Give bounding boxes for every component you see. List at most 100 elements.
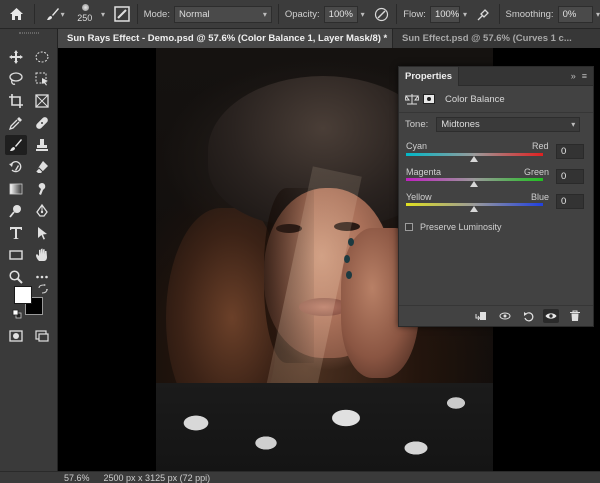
yellow-blue-slider-thumb[interactable]	[470, 206, 478, 212]
frame-tool[interactable]	[31, 91, 53, 111]
lasso-icon	[9, 72, 23, 85]
tone-dropdown[interactable]: Midtones ▾	[436, 117, 581, 132]
brush-tool[interactable]	[5, 135, 27, 155]
separator	[277, 4, 279, 24]
marquee-tool[interactable]	[31, 47, 53, 67]
reset-button[interactable]	[521, 309, 537, 323]
healing-tool[interactable]	[31, 113, 53, 133]
screen-mode-icon	[35, 330, 49, 342]
eraser-tool[interactable]	[31, 157, 53, 177]
toolbar-grip[interactable]	[0, 29, 58, 37]
opacity-field[interactable]: 100%	[323, 5, 358, 23]
tone-row: Tone: Midtones ▾	[405, 117, 581, 132]
tool-preset-picker[interactable]: ▾	[41, 3, 68, 25]
layer-mask-icon[interactable]	[423, 94, 435, 104]
zoom-icon	[9, 270, 23, 284]
dodge-icon	[9, 205, 21, 218]
bandage-icon	[36, 117, 48, 129]
swap-colors-button[interactable]	[38, 284, 48, 294]
flow-label: Flow:	[403, 8, 426, 20]
preserve-luminosity-checkbox[interactable]	[405, 223, 413, 231]
gradient-tool[interactable]	[5, 179, 27, 199]
magenta-green-value[interactable]: 0	[556, 169, 584, 184]
eyedropper-icon	[9, 117, 22, 130]
tab-properties[interactable]: Properties	[399, 66, 459, 86]
stamp-tool[interactable]	[31, 135, 53, 155]
tab-label: Sun Rays Effect - Demo.psd @ 57.6% (Colo…	[67, 33, 388, 44]
separator	[136, 4, 138, 24]
mode-dropdown[interactable]: Normal ▾	[173, 5, 272, 23]
cyan-red-slider-thumb[interactable]	[470, 156, 478, 162]
cyan-red-value[interactable]: 0	[556, 144, 584, 159]
tab-sun-effect[interactable]: Sun Effect.psd @ 57.6% (Curves 1 c...	[392, 29, 600, 48]
blue-label: Blue	[531, 192, 550, 202]
red-label: Red	[532, 141, 549, 151]
delete-adjustment-button[interactable]	[567, 309, 583, 323]
history-brush-icon	[9, 161, 22, 173]
tab-sun-rays-effect-demo[interactable]: Sun Rays Effect - Demo.psd @ 57.6% (Colo…	[58, 29, 392, 48]
more-icon	[36, 275, 48, 279]
default-colors-button[interactable]	[12, 309, 22, 319]
status-bar: 57.6% 2500 px x 3125 px (72 ppi)	[0, 471, 600, 483]
type-tool[interactable]	[5, 223, 27, 243]
zoom-tool[interactable]	[5, 267, 27, 287]
path-select-tool[interactable]	[31, 223, 53, 243]
brush-icon	[46, 8, 59, 20]
eraser-icon	[35, 161, 48, 173]
chevron-down-icon[interactable]: ▾	[361, 10, 365, 19]
lasso-tool[interactable]	[5, 69, 27, 89]
chevron-down-icon[interactable]: ▾	[101, 10, 105, 19]
opacity-label: Opacity:	[284, 8, 320, 20]
adjustment-header: Color Balance	[405, 93, 505, 105]
chevron-down-icon[interactable]: ▾	[596, 10, 600, 19]
magenta-label: Magenta	[406, 167, 442, 177]
quick-mask-button[interactable]	[5, 326, 27, 346]
chevron-down-icon: ▾	[262, 9, 267, 19]
color-balance-icon	[405, 94, 419, 105]
panel-menu-icon[interactable]: ≡	[582, 71, 587, 81]
crop-tool[interactable]	[5, 91, 27, 111]
smoothing-field[interactable]: 0%	[557, 5, 593, 23]
airbrush-button[interactable]	[475, 5, 493, 23]
brush-settings-button[interactable]	[113, 5, 131, 23]
history-brush-tool[interactable]	[5, 157, 27, 177]
brush-size-value: 250	[77, 13, 93, 23]
toggle-visibility-button[interactable]	[543, 309, 559, 323]
home-button[interactable]	[5, 2, 28, 26]
chevron-down-icon[interactable]: ▾	[463, 10, 467, 19]
pen-icon	[36, 204, 48, 217]
tone-label: Tone:	[405, 119, 429, 130]
hand-tool[interactable]	[31, 245, 53, 265]
screen-mode-button[interactable]	[31, 326, 53, 346]
smudge-tool[interactable]	[31, 179, 53, 199]
gradient-icon	[9, 183, 23, 195]
clip-to-layer-button[interactable]	[473, 309, 489, 323]
yellow-blue-value[interactable]: 0	[556, 194, 584, 209]
collapse-panel-icon[interactable]: »	[571, 71, 576, 81]
brush-preset-picker[interactable]: 250	[69, 1, 100, 27]
object-select-tool[interactable]	[31, 69, 53, 89]
pressure-opacity-button[interactable]	[373, 5, 391, 23]
toolbar	[0, 29, 58, 471]
brush-tip-icon	[81, 4, 89, 11]
image-sweater	[156, 383, 493, 471]
magenta-green-slider-thumb[interactable]	[470, 181, 478, 187]
flow-field[interactable]: 100%	[429, 5, 460, 23]
reset-icon	[524, 312, 534, 322]
properties-footer	[399, 305, 593, 326]
frame-icon	[35, 94, 49, 108]
move-tool[interactable]	[5, 47, 27, 67]
chevron-down-icon: ▾	[571, 120, 576, 129]
foreground-color-swatch[interactable]	[14, 286, 32, 304]
dodge-tool[interactable]	[5, 201, 27, 221]
yellow-label: Yellow	[406, 192, 432, 202]
crop-icon	[9, 94, 23, 108]
pen-tool[interactable]	[31, 201, 53, 221]
eyedropper-tool[interactable]	[5, 113, 27, 133]
rectangle-tool[interactable]	[5, 245, 27, 265]
zoom-level[interactable]: 57.6%	[64, 473, 90, 483]
object-select-icon	[35, 72, 48, 86]
default-colors-icon	[12, 309, 22, 319]
pressure-pen-icon	[374, 7, 389, 21]
view-previous-state-button[interactable]	[497, 309, 513, 323]
